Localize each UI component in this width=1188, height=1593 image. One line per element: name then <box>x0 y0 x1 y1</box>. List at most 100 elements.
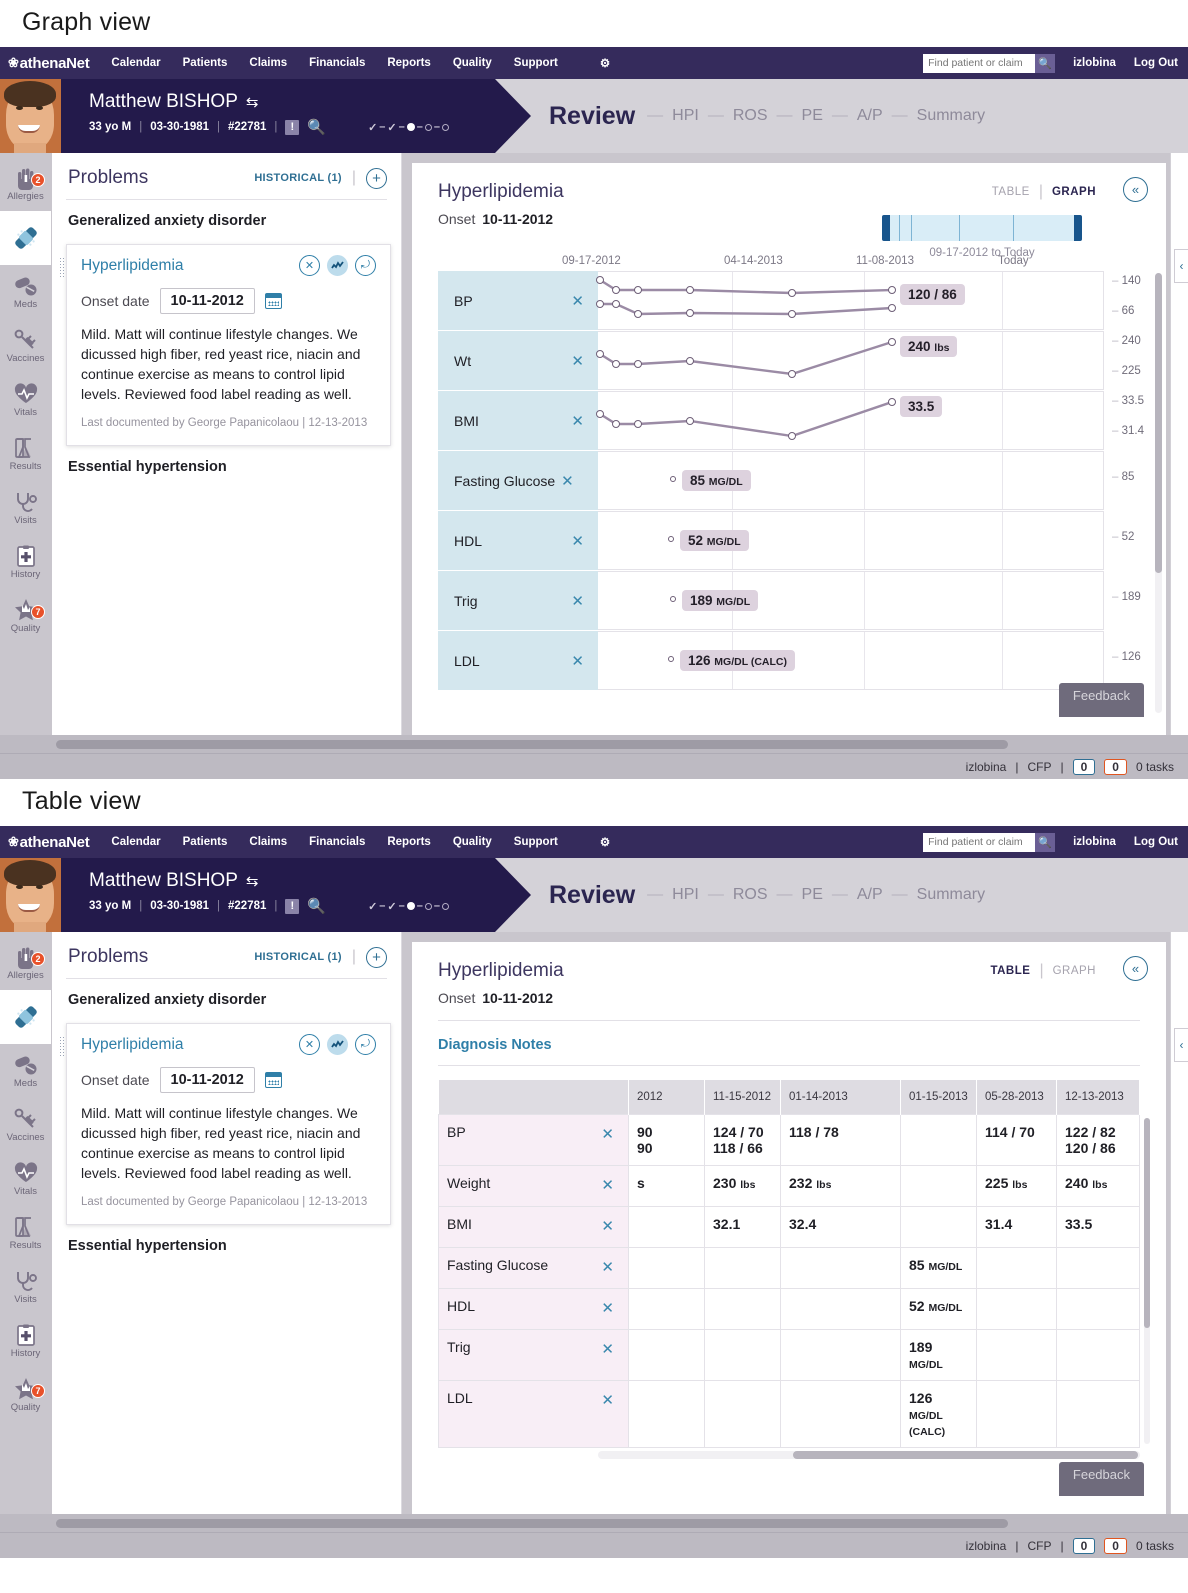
col-header-11-15-2012[interactable]: 11-15-2012 <box>704 1080 781 1114</box>
tab-hpi[interactable]: HPI <box>663 107 708 125</box>
swap-patient-icon[interactable]: ⇆ <box>246 93 259 111</box>
status-count-blue[interactable]: 0 <box>1072 1537 1096 1554</box>
alert-icon[interactable]: ! <box>285 119 300 135</box>
calendar-icon[interactable] <box>264 1072 282 1088</box>
logout-link[interactable]: Log Out <box>1134 836 1178 848</box>
col-header-12-13-2013[interactable]: 12-13-2013 <box>1056 1080 1140 1114</box>
sidebar-item-vaccines[interactable]: Vaccines <box>0 1098 51 1152</box>
tab-table[interactable]: TABLE <box>990 965 1030 977</box>
sidebar-item-visits[interactable]: Visits <box>0 1260 51 1314</box>
remove-row-icon[interactable]: ✕ <box>561 472 574 490</box>
onset-date-input[interactable]: 10-11-2012 <box>159 1067 255 1093</box>
status-count-blue[interactable]: 0 <box>1072 758 1096 775</box>
tab-graph[interactable]: GRAPH <box>1053 965 1096 977</box>
tab-summary[interactable]: Summary <box>908 107 994 125</box>
diagnosis-notes-link[interactable]: Diagnosis Notes <box>412 1021 1166 1065</box>
sidebar-item-meds[interactable]: Meds <box>0 1044 51 1098</box>
status-tasks[interactable]: 0 tasks <box>1136 1539 1174 1553</box>
tab-pe[interactable]: PE <box>793 107 832 125</box>
sidebar-item-allergies[interactable]: 2 Allergies <box>0 157 51 211</box>
remove-row-icon[interactable]: ✕ <box>601 1299 614 1317</box>
sidebar-item-quality[interactable]: 7 Quality <box>0 589 51 643</box>
nav-item-financials[interactable]: Financials <box>309 836 365 848</box>
global-search[interactable]: 🔍 <box>923 832 1056 852</box>
collapse-panel-icon[interactable]: « <box>1123 956 1148 981</box>
sidebar-item-quality[interactable]: 7 Quality <box>0 1368 51 1422</box>
sidebar-item-history[interactable]: History <box>0 1314 51 1368</box>
problem-list-item[interactable]: Essential hypertension <box>52 446 401 488</box>
search-input[interactable] <box>923 832 1036 852</box>
tab-ap[interactable]: A/P <box>848 886 892 904</box>
sidebar-item-history[interactable]: History <box>0 535 51 589</box>
col-header-05-28-2013[interactable]: 05-28-2013 <box>976 1080 1057 1114</box>
scrollbar-thumb[interactable] <box>1155 273 1162 573</box>
plus-icon[interactable]: + <box>366 167 387 189</box>
sidebar-item-vitals[interactable]: Vitals <box>0 373 51 427</box>
alert-icon[interactable]: ! <box>285 898 300 914</box>
problem-list-item[interactable]: Essential hypertension <box>52 1225 401 1267</box>
tab-ap[interactable]: A/P <box>848 107 892 125</box>
sidebar-item-allergies[interactable]: 2 Allergies <box>0 936 51 990</box>
athenanet-logo[interactable]: ❀ athenaNet <box>8 834 90 851</box>
share-icon[interactable]: ⤾ <box>355 1034 376 1055</box>
current-user-label[interactable]: izlobina <box>1073 836 1116 848</box>
remove-row-icon[interactable]: ✕ <box>571 592 584 610</box>
col-header-01-14-2013[interactable]: 01-14-2013 <box>780 1080 901 1114</box>
remove-row-icon[interactable]: ✕ <box>571 292 584 310</box>
search-icon[interactable]: 🔍 <box>1035 53 1056 73</box>
search-icon[interactable]: 🔍 <box>307 118 326 136</box>
search-icon[interactable]: 🔍 <box>1035 832 1056 852</box>
nav-item-reports[interactable]: Reports <box>387 57 430 69</box>
table-vertical-scrollbar[interactable] <box>1144 1118 1150 1444</box>
expand-right-panel-icon[interactable]: ‹ <box>1174 1028 1188 1062</box>
remove-row-icon[interactable]: ✕ <box>571 532 584 550</box>
nav-item-reports[interactable]: Reports <box>387 836 430 848</box>
remove-row-icon[interactable]: ✕ <box>601 1176 614 1194</box>
slider-track[interactable] <box>882 215 1082 241</box>
remove-row-icon[interactable]: ✕ <box>571 352 584 370</box>
historical-link[interactable]: HISTORICAL (1) <box>254 172 342 184</box>
remove-row-icon[interactable]: ✕ <box>571 652 584 670</box>
historical-link[interactable]: HISTORICAL (1) <box>254 951 342 963</box>
page-horizontal-scrollbar[interactable] <box>0 735 1188 753</box>
sidebar-item-visits[interactable]: Visits <box>0 481 51 535</box>
problem-card-title[interactable]: Hyperlipidemia <box>81 257 184 275</box>
table-horizontal-scrollbar[interactable] <box>598 1450 1140 1459</box>
nav-item-quality[interactable]: Quality <box>453 57 492 69</box>
problem-list-item[interactable]: Generalized anxiety disorder <box>52 200 401 242</box>
feedback-tab[interactable]: Feedback <box>1058 1462 1144 1496</box>
tab-summary[interactable]: Summary <box>908 886 994 904</box>
sidebar-item-results[interactable]: Results <box>0 427 51 481</box>
remove-row-icon[interactable]: ✕ <box>601 1125 614 1143</box>
nav-item-claims[interactable]: Claims <box>249 836 287 848</box>
onset-date-input[interactable]: 10-11-2012 <box>159 288 255 314</box>
graph-vertical-scrollbar[interactable] <box>1155 273 1162 713</box>
drag-handle-icon[interactable] <box>59 1036 65 1058</box>
slider-handle-left[interactable] <box>882 215 890 241</box>
remove-row-icon[interactable]: ✕ <box>601 1340 614 1358</box>
slider-handle-right[interactable] <box>1074 215 1082 241</box>
sidebar-item-results[interactable]: Results <box>0 1206 51 1260</box>
nav-item-quality[interactable]: Quality <box>453 836 492 848</box>
problem-list-item[interactable]: Generalized anxiety disorder <box>52 979 401 1021</box>
sidebar-item-problems[interactable] <box>0 990 51 1044</box>
current-user-label[interactable]: izlobina <box>1073 57 1116 69</box>
col-header-01-15-2013[interactable]: 01-15-2013 <box>900 1080 977 1114</box>
nav-item-patients[interactable]: Patients <box>183 57 228 69</box>
remove-row-icon[interactable]: ✕ <box>571 412 584 430</box>
status-count-orange[interactable]: 0 <box>1104 1537 1127 1554</box>
gear-icon[interactable]: ⚙ <box>600 56 610 70</box>
drag-handle-icon[interactable] <box>59 257 65 279</box>
status-tasks[interactable]: 0 tasks <box>1136 760 1174 774</box>
search-input[interactable] <box>923 53 1036 73</box>
sidebar-item-vitals[interactable]: Vitals <box>0 1152 51 1206</box>
remove-row-icon[interactable]: ✕ <box>601 1217 614 1235</box>
global-search[interactable]: 🔍 <box>923 53 1056 73</box>
search-icon[interactable]: 🔍 <box>307 897 326 915</box>
nav-item-support[interactable]: Support <box>514 57 558 69</box>
scrollbar-thumb[interactable] <box>1144 1118 1150 1328</box>
calendar-icon[interactable] <box>264 293 282 309</box>
plus-icon[interactable]: + <box>366 946 387 968</box>
problem-card-title[interactable]: Hyperlipidemia <box>81 1036 184 1054</box>
trend-graph-icon[interactable] <box>327 255 348 276</box>
